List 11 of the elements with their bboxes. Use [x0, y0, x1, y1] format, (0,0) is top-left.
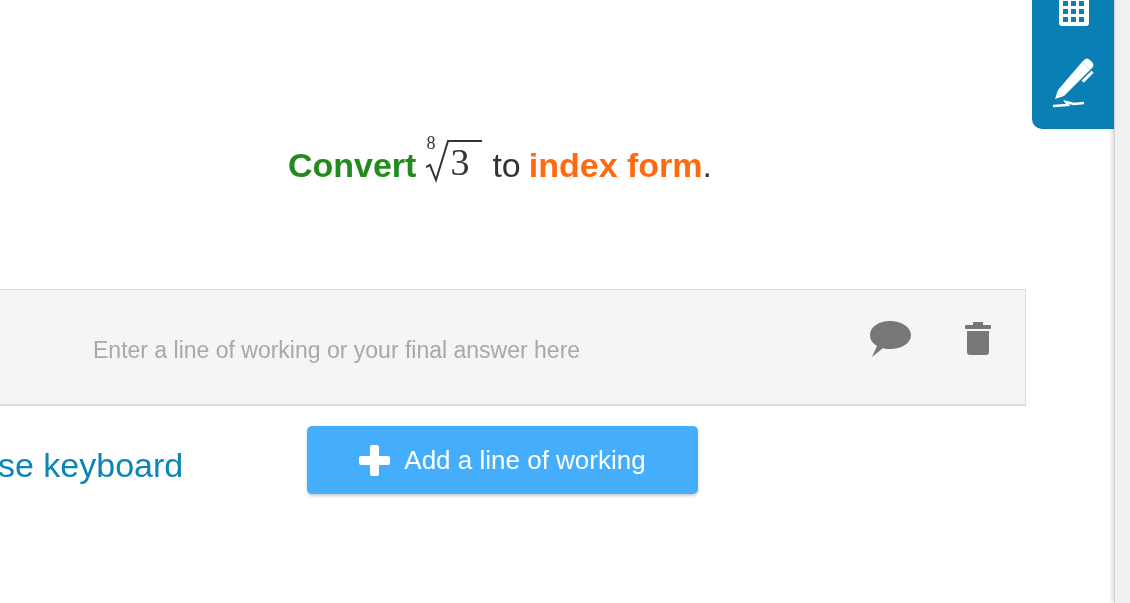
- comment-icon[interactable]: [869, 320, 912, 358]
- question-keyword: Convert: [287, 148, 417, 184]
- root-index: 8: [426, 134, 436, 152]
- trash-icon[interactable]: [965, 322, 991, 355]
- question-text: .: [702, 148, 713, 184]
- radicand: 3: [450, 143, 470, 181]
- question-keyword: index form: [528, 148, 703, 184]
- plus-icon: [359, 444, 391, 476]
- add-line-button[interactable]: Add a line of working: [307, 426, 698, 494]
- input-field[interactable]: Enter a line of working or your final answer here: [0, 289, 1026, 406]
- question-text: to: [492, 148, 521, 184]
